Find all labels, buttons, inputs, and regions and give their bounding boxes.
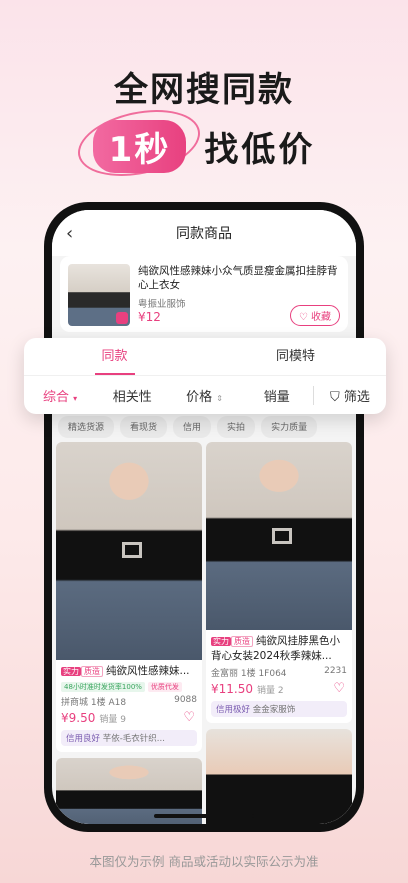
filter-button[interactable]: ⛉ 筛选 <box>312 385 386 405</box>
zoom-icon[interactable] <box>116 312 128 324</box>
sort-comprehensive-label: 综合 <box>43 389 70 405</box>
sort-relevance[interactable]: 相关性 <box>96 386 168 405</box>
disclaimer-text: 本图仅为示例 商品或活动以实际公示为准 <box>89 854 319 869</box>
chip[interactable]: 精选货源 <box>58 416 115 438</box>
item-tag: 质造 <box>231 636 253 647</box>
credit-shop: 金金家服饰 <box>252 705 296 715</box>
service-tag: 48小时准时发货率100% <box>61 682 145 692</box>
buckle-decoration <box>121 542 142 559</box>
sort-updown-icon: ⇕ <box>216 393 223 403</box>
chip[interactable]: 信用 <box>173 416 212 438</box>
product-item[interactable] <box>206 729 352 824</box>
item-sold: 销量 2 <box>257 685 284 696</box>
tab-bar: 同款 同模特 <box>24 338 386 376</box>
product-grid: 实力 质造 纯欲风性感辣妹... 48小时准时发货率100% 优质代发 拼商城 1楼… <box>56 442 352 824</box>
buckle-decoration <box>271 528 292 545</box>
sort-price-label: 价格 <box>186 389 213 405</box>
grid-column-right: 实力 质造 纯欲风挂脖黑色小背心女装2024秋季辣妹... 金富丽 1楼 1F064… <box>206 442 352 824</box>
credit-bar[interactable]: 信用极好 金金家服饰 <box>211 701 347 717</box>
chip[interactable]: 看现货 <box>120 416 168 438</box>
item-info: 实力 质造 纯欲风挂脖黑色小背心女装2024秋季辣妹... 金富丽 1楼 1F064… <box>206 630 352 723</box>
sort-comprehensive[interactable]: 综合 ▾ <box>24 386 96 405</box>
hero-title: 全网搜同款 <box>114 70 294 110</box>
item-count: 9088 <box>174 695 197 705</box>
item-tag: 实力 <box>61 667 81 676</box>
floating-filter-panel: 同款 同模特 综合 ▾ 相关性 价格 ⇕ 销量 ⛉ 筛选 <box>24 338 386 414</box>
phone-screen: ‹ 同款商品 纯欲风性感辣妹小众气质显瘦金属扣挂脖背心上衣女 粤振业服饰 ¥12… <box>52 210 356 824</box>
tab-same-style[interactable]: 同款 <box>24 338 205 375</box>
heart-icon[interactable]: ♡ <box>183 710 195 725</box>
price-row: ¥9.50 销量 9 ♡ <box>61 710 197 725</box>
item-sold: 销量 9 <box>99 714 126 725</box>
item-meta: 拼商城 1楼 A18 9088 <box>61 695 197 708</box>
home-indicator[interactable] <box>154 814 254 818</box>
service-tags: 48小时准时发货率100% 优质代发 <box>61 682 197 692</box>
sort-sales[interactable]: 销量 <box>241 386 313 405</box>
chip[interactable]: 实力质量 <box>261 416 318 438</box>
caret-down-icon: ▾ <box>73 393 78 403</box>
phone-frame: ‹ 同款商品 纯欲风性感辣妹小众气质显瘦金属扣挂脖背心上衣女 粤振业服饰 ¥12… <box>44 202 364 832</box>
nav-bar: ‹ 同款商品 <box>52 210 356 256</box>
credit-bar[interactable]: 信用良好 芊依-毛衣针织... <box>61 730 197 746</box>
hero-subtitle: 1秒 找低价 <box>0 99 408 186</box>
item-count: 2231 <box>324 666 347 676</box>
filter-icon: ⛉ <box>329 389 340 405</box>
back-icon[interactable]: ‹ <box>66 223 73 244</box>
sort-bar: 综合 ▾ 相关性 价格 ⇕ 销量 ⛉ 筛选 <box>24 376 386 414</box>
item-price: ¥11.50 <box>211 682 253 696</box>
filter-label: 筛选 <box>343 389 370 405</box>
hero-subtitle-text: 找低价 <box>204 129 316 170</box>
item-title: 纯欲风性感辣妹... <box>106 665 190 677</box>
credit-shop: 芊依-毛衣针织... <box>102 734 165 744</box>
product-price: ¥12 <box>138 310 161 324</box>
sort-price[interactable]: 价格 ⇕ <box>168 386 240 405</box>
item-title-row: 实力 质造 纯欲风挂脖黑色小背心女装2024秋季辣妹... <box>211 634 347 663</box>
product-photo[interactable] <box>206 442 352 630</box>
product-title: 纯欲风性感辣妹小众气质显瘦金属扣挂脖背心上衣女 <box>138 265 338 291</box>
item-price: ¥9.50 <box>61 711 96 725</box>
service-tag: 优质代发 <box>147 682 182 692</box>
price-row: ¥11.50 销量 2 ♡ <box>211 681 347 696</box>
item-location: 拼商城 1楼 A18 <box>61 698 127 708</box>
tab-same-model[interactable]: 同模特 <box>205 338 386 375</box>
item-info: 实力 质造 纯欲风性感辣妹... 48小时准时发货率100% 优质代发 拼商城 1楼… <box>56 660 202 752</box>
product-info: 纯欲风性感辣妹小众气质显瘦金属扣挂脖背心上衣女 粤振业服饰 ¥12 ♡ 收藏 <box>138 264 340 326</box>
product-photo[interactable] <box>56 442 202 660</box>
collect-button[interactable]: ♡ 收藏 <box>289 305 340 326</box>
grid-column-left: 实力 质造 纯欲风性感辣妹... 48小时准时发货率100% 优质代发 拼商城 1楼… <box>56 442 202 824</box>
item-tag: 质造 <box>81 666 103 677</box>
item-tag: 实力 <box>211 637 231 646</box>
item-meta: 金富丽 1楼 1F064 2231 <box>211 666 347 679</box>
item-location: 金富丽 1楼 1F064 <box>211 669 287 679</box>
credit-rating: 信用良好 <box>66 734 101 744</box>
filter-chips: 精选货源 看现货 信用 实拍 实力质量 <box>52 416 356 438</box>
hero-badge: 1秒 <box>71 99 206 186</box>
chip[interactable]: 实拍 <box>217 416 256 438</box>
product-item[interactable]: 实力 质造 纯欲风挂脖黑色小背心女装2024秋季辣妹... 金富丽 1楼 1F064… <box>206 442 352 723</box>
item-title-row: 实力 质造 纯欲风性感辣妹... <box>61 664 197 679</box>
product-item[interactable]: 实力 质造 纯欲风性感辣妹... 48小时准时发货率100% 优质代发 拼商城 1楼… <box>56 442 202 752</box>
nav-title: 同款商品 <box>176 226 232 242</box>
hero-badge-text: 1秒 <box>92 119 187 173</box>
source-product-card[interactable]: 纯欲风性感辣妹小众气质显瘦金属扣挂脖背心上衣女 粤振业服饰 ¥12 ♡ 收藏 <box>60 256 348 332</box>
heart-icon[interactable]: ♡ <box>333 681 345 696</box>
credit-rating: 信用极好 <box>216 705 251 715</box>
product-photo[interactable] <box>206 729 352 824</box>
product-thumbnail[interactable] <box>68 264 130 326</box>
